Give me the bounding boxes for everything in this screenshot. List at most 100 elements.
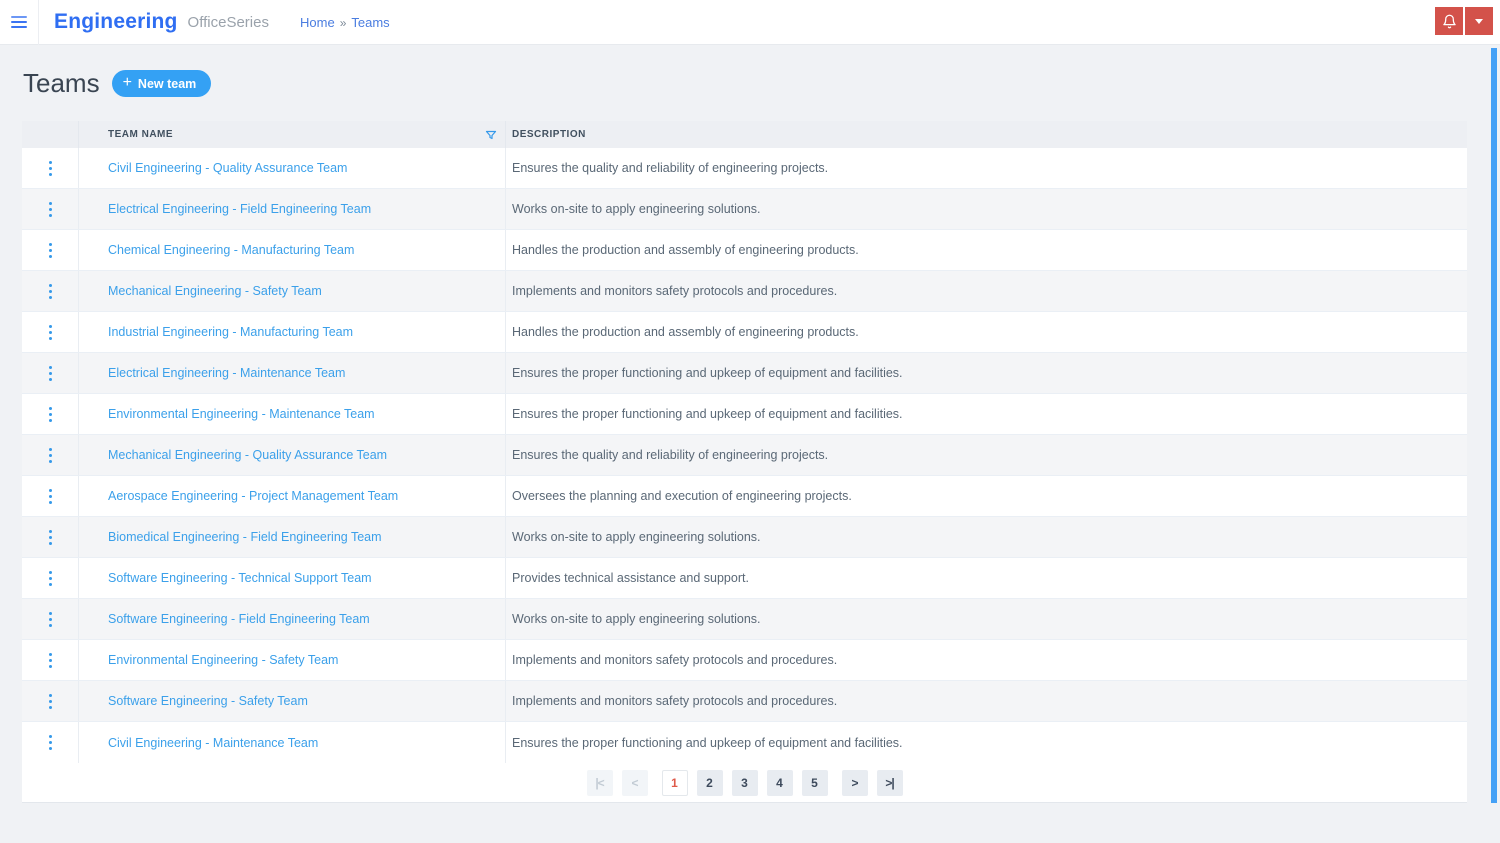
app-subtitle: OfficeSeries bbox=[187, 13, 269, 31]
team-name-cell: Aerospace Engineering - Project Manageme… bbox=[79, 476, 506, 516]
vertical-scrollbar-thumb[interactable] bbox=[1491, 48, 1497, 803]
row-menu-icon[interactable] bbox=[43, 239, 58, 262]
team-description: Works on-site to apply engineering solut… bbox=[512, 202, 761, 216]
breadcrumb-current-link[interactable]: Teams bbox=[351, 15, 389, 30]
pagination-prev-button[interactable]: < bbox=[621, 769, 648, 796]
team-name-link[interactable]: Mechanical Engineering - Safety Team bbox=[108, 284, 322, 298]
team-name-cell: Biomedical Engineering - Field Engineeri… bbox=[79, 517, 506, 557]
team-name-column-label: TEAM NAME bbox=[108, 129, 174, 140]
chevron-down-icon bbox=[1475, 18, 1483, 24]
team-name-link[interactable]: Software Engineering - Field Engineering… bbox=[108, 612, 370, 626]
pagination-next-button[interactable]: > bbox=[841, 769, 868, 796]
row-actions-cell bbox=[22, 722, 79, 763]
description-cell: Handles the production and assembly of e… bbox=[506, 230, 1467, 270]
row-menu-icon[interactable] bbox=[43, 608, 58, 631]
breadcrumb-home-link[interactable]: Home bbox=[300, 15, 335, 30]
team-name-link[interactable]: Environmental Engineering - Maintenance … bbox=[108, 407, 375, 421]
row-menu-icon[interactable] bbox=[43, 649, 58, 672]
new-team-button-label: New team bbox=[137, 76, 197, 91]
description-cell: Ensures the quality and reliability of e… bbox=[506, 435, 1467, 475]
table-row: Software Engineering - Safety Team Imple… bbox=[22, 681, 1467, 722]
row-menu-icon[interactable] bbox=[43, 485, 58, 508]
pagination-pages: 1 2 3 4 5 bbox=[661, 769, 828, 796]
app-title[interactable]: Engineering bbox=[54, 10, 178, 34]
team-description: Ensures the proper functioning and upkee… bbox=[512, 735, 903, 750]
description-cell: Ensures the proper functioning and upkee… bbox=[506, 394, 1467, 434]
team-description: Implements and monitors safety protocols… bbox=[512, 653, 838, 667]
new-team-button[interactable]: + New team bbox=[111, 70, 212, 97]
team-name-cell: Electrical Engineering - Field Engineeri… bbox=[79, 189, 506, 229]
row-menu-icon[interactable] bbox=[43, 567, 58, 590]
row-menu-icon[interactable] bbox=[43, 362, 58, 385]
row-menu-icon[interactable] bbox=[43, 157, 58, 180]
row-actions-cell bbox=[22, 271, 79, 311]
team-description: Provides technical assistance and suppor… bbox=[512, 571, 749, 585]
table-row: Civil Engineering - Quality Assurance Te… bbox=[22, 148, 1467, 189]
description-cell: Oversees the planning and execution of e… bbox=[506, 476, 1467, 516]
row-menu-icon[interactable] bbox=[43, 690, 58, 713]
team-description: Oversees the planning and execution of e… bbox=[512, 489, 852, 503]
table-row: Chemical Engineering - Manufacturing Tea… bbox=[22, 230, 1467, 271]
top-header-bar: Engineering OfficeSeries Home » Teams bbox=[0, 0, 1500, 45]
team-description: Implements and monitors safety protocols… bbox=[512, 284, 838, 298]
page-title-row: Teams + New team bbox=[23, 68, 212, 99]
table-row: Electrical Engineering - Maintenance Tea… bbox=[22, 353, 1467, 394]
description-cell: Ensures the proper functioning and upkee… bbox=[506, 722, 1467, 763]
team-name-link[interactable]: Electrical Engineering - Maintenance Tea… bbox=[108, 366, 345, 380]
notifications-button[interactable] bbox=[1435, 7, 1463, 35]
row-menu-icon[interactable] bbox=[43, 444, 58, 467]
team-name-cell: Software Engineering - Safety Team bbox=[79, 681, 506, 721]
row-actions-cell bbox=[22, 189, 79, 229]
bell-icon bbox=[1442, 14, 1457, 29]
pagination-page-button[interactable]: 3 bbox=[731, 769, 758, 796]
description-column-label: DESCRIPTION bbox=[512, 129, 586, 140]
team-name-link[interactable]: Electrical Engineering - Field Engineeri… bbox=[108, 202, 371, 216]
team-description: Works on-site to apply engineering solut… bbox=[512, 612, 761, 626]
menu-icon[interactable] bbox=[0, 0, 39, 45]
row-menu-icon[interactable] bbox=[43, 280, 58, 303]
description-cell: Implements and monitors safety protocols… bbox=[506, 271, 1467, 311]
team-description: Works on-site to apply engineering solut… bbox=[512, 530, 761, 544]
team-name-link[interactable]: Aerospace Engineering - Project Manageme… bbox=[108, 489, 398, 503]
team-name-cell: Electrical Engineering - Maintenance Tea… bbox=[79, 353, 506, 393]
row-menu-icon[interactable] bbox=[43, 321, 58, 344]
row-actions-cell bbox=[22, 230, 79, 270]
team-name-link[interactable]: Mechanical Engineering - Quality Assuran… bbox=[108, 448, 387, 462]
team-name-link[interactable]: Civil Engineering - Quality Assurance Te… bbox=[108, 161, 347, 175]
description-cell: Works on-site to apply engineering solut… bbox=[506, 599, 1467, 639]
pagination-page-button[interactable]: 2 bbox=[696, 769, 723, 796]
filter-icon[interactable] bbox=[485, 129, 497, 141]
team-name-column-header: TEAM NAME bbox=[79, 121, 506, 148]
description-cell: Handles the production and assembly of e… bbox=[506, 312, 1467, 352]
team-name-link[interactable]: Chemical Engineering - Manufacturing Tea… bbox=[108, 243, 354, 257]
team-name-link[interactable]: Software Engineering - Safety Team bbox=[108, 694, 308, 708]
row-menu-icon[interactable] bbox=[43, 526, 58, 549]
row-menu-icon[interactable] bbox=[43, 403, 58, 426]
team-name-link[interactable]: Environmental Engineering - Safety Team bbox=[108, 653, 338, 667]
pagination-page-button[interactable]: 4 bbox=[766, 769, 793, 796]
pagination-row: |< < 1 2 3 4 5 > >| bbox=[22, 763, 1467, 802]
row-actions-cell bbox=[22, 394, 79, 434]
page-title: Teams bbox=[23, 68, 100, 98]
description-cell: Implements and monitors safety protocols… bbox=[506, 681, 1467, 721]
row-actions-cell bbox=[22, 558, 79, 598]
pagination-first-button[interactable]: |< bbox=[586, 769, 613, 796]
row-actions-cell bbox=[22, 312, 79, 352]
pagination-last-button[interactable]: >| bbox=[876, 769, 903, 796]
team-name-link[interactable]: Software Engineering - Technical Support… bbox=[108, 571, 372, 585]
pagination-page-button[interactable]: 5 bbox=[801, 769, 828, 796]
row-actions-cell bbox=[22, 599, 79, 639]
header-dropdown-button[interactable] bbox=[1465, 7, 1493, 35]
table-row: Mechanical Engineering - Safety Team Imp… bbox=[22, 271, 1467, 312]
row-menu-icon[interactable] bbox=[43, 198, 58, 221]
team-name-link[interactable]: Industrial Engineering - Manufacturing T… bbox=[108, 325, 353, 339]
pagination-page-button[interactable]: 1 bbox=[661, 769, 688, 796]
team-description: Implements and monitors safety protocols… bbox=[512, 694, 838, 708]
team-name-cell: Chemical Engineering - Manufacturing Tea… bbox=[79, 230, 506, 270]
team-name-link[interactable]: Biomedical Engineering - Field Engineeri… bbox=[108, 530, 382, 544]
row-menu-icon[interactable] bbox=[43, 731, 58, 754]
row-actions-cell bbox=[22, 435, 79, 475]
table-row: Aerospace Engineering - Project Manageme… bbox=[22, 476, 1467, 517]
team-name-link[interactable]: Civil Engineering - Maintenance Team bbox=[108, 736, 318, 750]
team-description: Handles the production and assembly of e… bbox=[512, 325, 859, 339]
